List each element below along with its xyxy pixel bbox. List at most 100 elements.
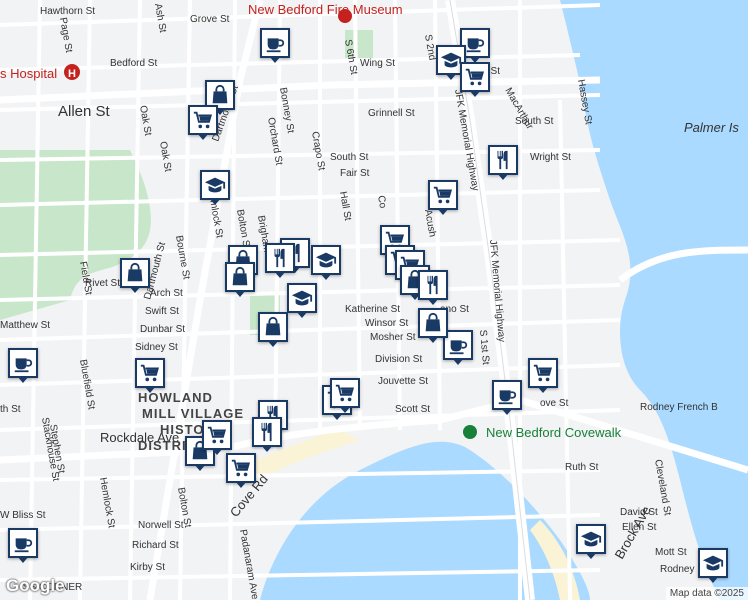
- park: [0, 150, 151, 320]
- shopping-icon: [262, 316, 284, 338]
- school-icon: [580, 528, 602, 550]
- restaurant-icon: [269, 247, 291, 269]
- school-pin[interactable]: [311, 245, 341, 275]
- school-pin[interactable]: [200, 170, 230, 200]
- grocery-icon: [464, 66, 486, 88]
- svg-text:W Bliss St: W Bliss St: [0, 510, 46, 521]
- grocery-icon: [432, 184, 454, 206]
- cafe-pin[interactable]: [260, 28, 290, 58]
- cafe-pin[interactable]: [8, 528, 38, 558]
- map-attribution[interactable]: Map data ©2025: [665, 587, 748, 600]
- svg-text:Bourne St: Bourne St: [173, 235, 192, 281]
- grocery-pin[interactable]: [330, 378, 360, 408]
- school-pin[interactable]: [698, 548, 728, 578]
- svg-text:Padanaram Ave: Padanaram Ave: [237, 529, 260, 600]
- svg-text:MILL VILLAGE: MILL VILLAGE: [142, 406, 244, 421]
- restaurant-icon: [422, 274, 444, 296]
- svg-text:Bedford St: Bedford St: [110, 58, 157, 69]
- svg-text:Wing St: Wing St: [360, 58, 395, 69]
- school-pin[interactable]: [287, 283, 317, 313]
- svg-text:th St: th St: [0, 404, 21, 415]
- shopping-icon: [124, 262, 146, 284]
- svg-text:Allen St: Allen St: [58, 103, 111, 120]
- cafe-pin[interactable]: [492, 380, 522, 410]
- map-canvas[interactable]: Hawthorn St Grove St Bedford St Wing St …: [0, 0, 748, 600]
- svg-text:Fair St: Fair St: [340, 168, 370, 179]
- school-icon: [204, 174, 226, 196]
- restaurant-pin[interactable]: [488, 145, 518, 175]
- restaurant-icon: [492, 149, 514, 171]
- cafe-icon: [264, 32, 286, 54]
- grocery-icon: [334, 382, 356, 404]
- svg-text:Wright St: Wright St: [530, 152, 571, 163]
- svg-text:Division St: Division St: [375, 354, 422, 365]
- school-icon: [291, 287, 313, 309]
- restaurant-pin[interactable]: [418, 270, 448, 300]
- svg-text:South St: South St: [330, 152, 369, 163]
- svg-text:Dunbar St: Dunbar St: [140, 324, 185, 335]
- grocery-icon: [532, 362, 554, 384]
- school-icon: [702, 552, 724, 574]
- cafe-pin[interactable]: [8, 348, 38, 378]
- svg-text:S 1st St: S 1st St: [477, 329, 491, 365]
- svg-text:Hemlock St: Hemlock St: [97, 477, 117, 529]
- hospital-label: s Hospital: [0, 66, 58, 81]
- svg-text:Mott St: Mott St: [655, 547, 687, 558]
- grocery-pin[interactable]: [226, 453, 256, 483]
- svg-text:Richard St: Richard St: [132, 540, 179, 551]
- svg-text:Crapo St: Crapo St: [309, 131, 327, 172]
- grocery-pin[interactable]: [188, 105, 218, 135]
- covewalk-label: New Bedford Covewalk: [486, 425, 622, 440]
- svg-text:Matthew St: Matthew St: [0, 320, 50, 331]
- svg-text:Winsor St: Winsor St: [365, 318, 409, 329]
- restaurant-pin[interactable]: [265, 243, 295, 273]
- svg-text:Grove St: Grove St: [190, 14, 230, 25]
- svg-text:Palmer Is: Palmer Is: [684, 120, 739, 135]
- school-icon: [315, 249, 337, 271]
- svg-text:Hawthorn St: Hawthorn St: [40, 6, 95, 17]
- cafe-icon: [12, 532, 34, 554]
- grocery-icon: [230, 457, 252, 479]
- svg-text:Rodney French B: Rodney French B: [640, 402, 718, 413]
- svg-text:Sidney St: Sidney St: [135, 342, 178, 353]
- restaurant-pin[interactable]: [252, 417, 282, 447]
- svg-text:Mosher St: Mosher St: [370, 332, 416, 343]
- svg-text:ove St: ove St: [540, 398, 569, 409]
- cafe-icon: [496, 384, 518, 406]
- svg-text:Swift St: Swift St: [145, 306, 179, 317]
- grocery-icon: [206, 424, 228, 446]
- cafe-icon: [447, 334, 469, 356]
- svg-text:Kirby St: Kirby St: [130, 562, 165, 573]
- shopping-pin[interactable]: [120, 258, 150, 288]
- grocery-pin[interactable]: [528, 358, 558, 388]
- svg-text:Rodney: Rodney: [660, 564, 694, 575]
- school-pin[interactable]: [576, 524, 606, 554]
- cafe-icon: [12, 352, 34, 374]
- grocery-pin[interactable]: [428, 180, 458, 210]
- svg-text:Acush: Acush: [422, 209, 438, 238]
- svg-text:Scott St: Scott St: [395, 404, 430, 415]
- grocery-icon: [139, 362, 161, 384]
- shopping-pin[interactable]: [225, 262, 255, 292]
- google-logo: Google: [6, 576, 65, 595]
- grocery-icon: [192, 109, 214, 131]
- park-icon[interactable]: [463, 425, 477, 439]
- map-base: Hawthorn St Grove St Bedford St Wing St …: [0, 0, 748, 600]
- svg-text:Norwell St: Norwell St: [138, 520, 184, 531]
- shopping-pin[interactable]: [418, 308, 448, 338]
- grocery-pin[interactable]: [202, 420, 232, 450]
- grocery-pin[interactable]: [460, 62, 490, 92]
- svg-text:Jouvette St: Jouvette St: [378, 376, 428, 387]
- shopping-icon: [229, 266, 251, 288]
- svg-text:Bluefield St: Bluefield St: [77, 359, 97, 411]
- shopping-icon: [209, 84, 231, 106]
- svg-text:H: H: [68, 68, 76, 80]
- shopping-pin[interactable]: [258, 312, 288, 342]
- shopping-icon: [422, 312, 444, 334]
- museum-label: New Bedford Fire Museum: [248, 2, 403, 17]
- svg-text:Grinnell St: Grinnell St: [368, 108, 415, 119]
- svg-text:Co: Co: [375, 195, 388, 210]
- svg-text:Ruth St: Ruth St: [565, 462, 599, 473]
- restaurant-icon: [256, 421, 278, 443]
- grocery-pin[interactable]: [135, 358, 165, 388]
